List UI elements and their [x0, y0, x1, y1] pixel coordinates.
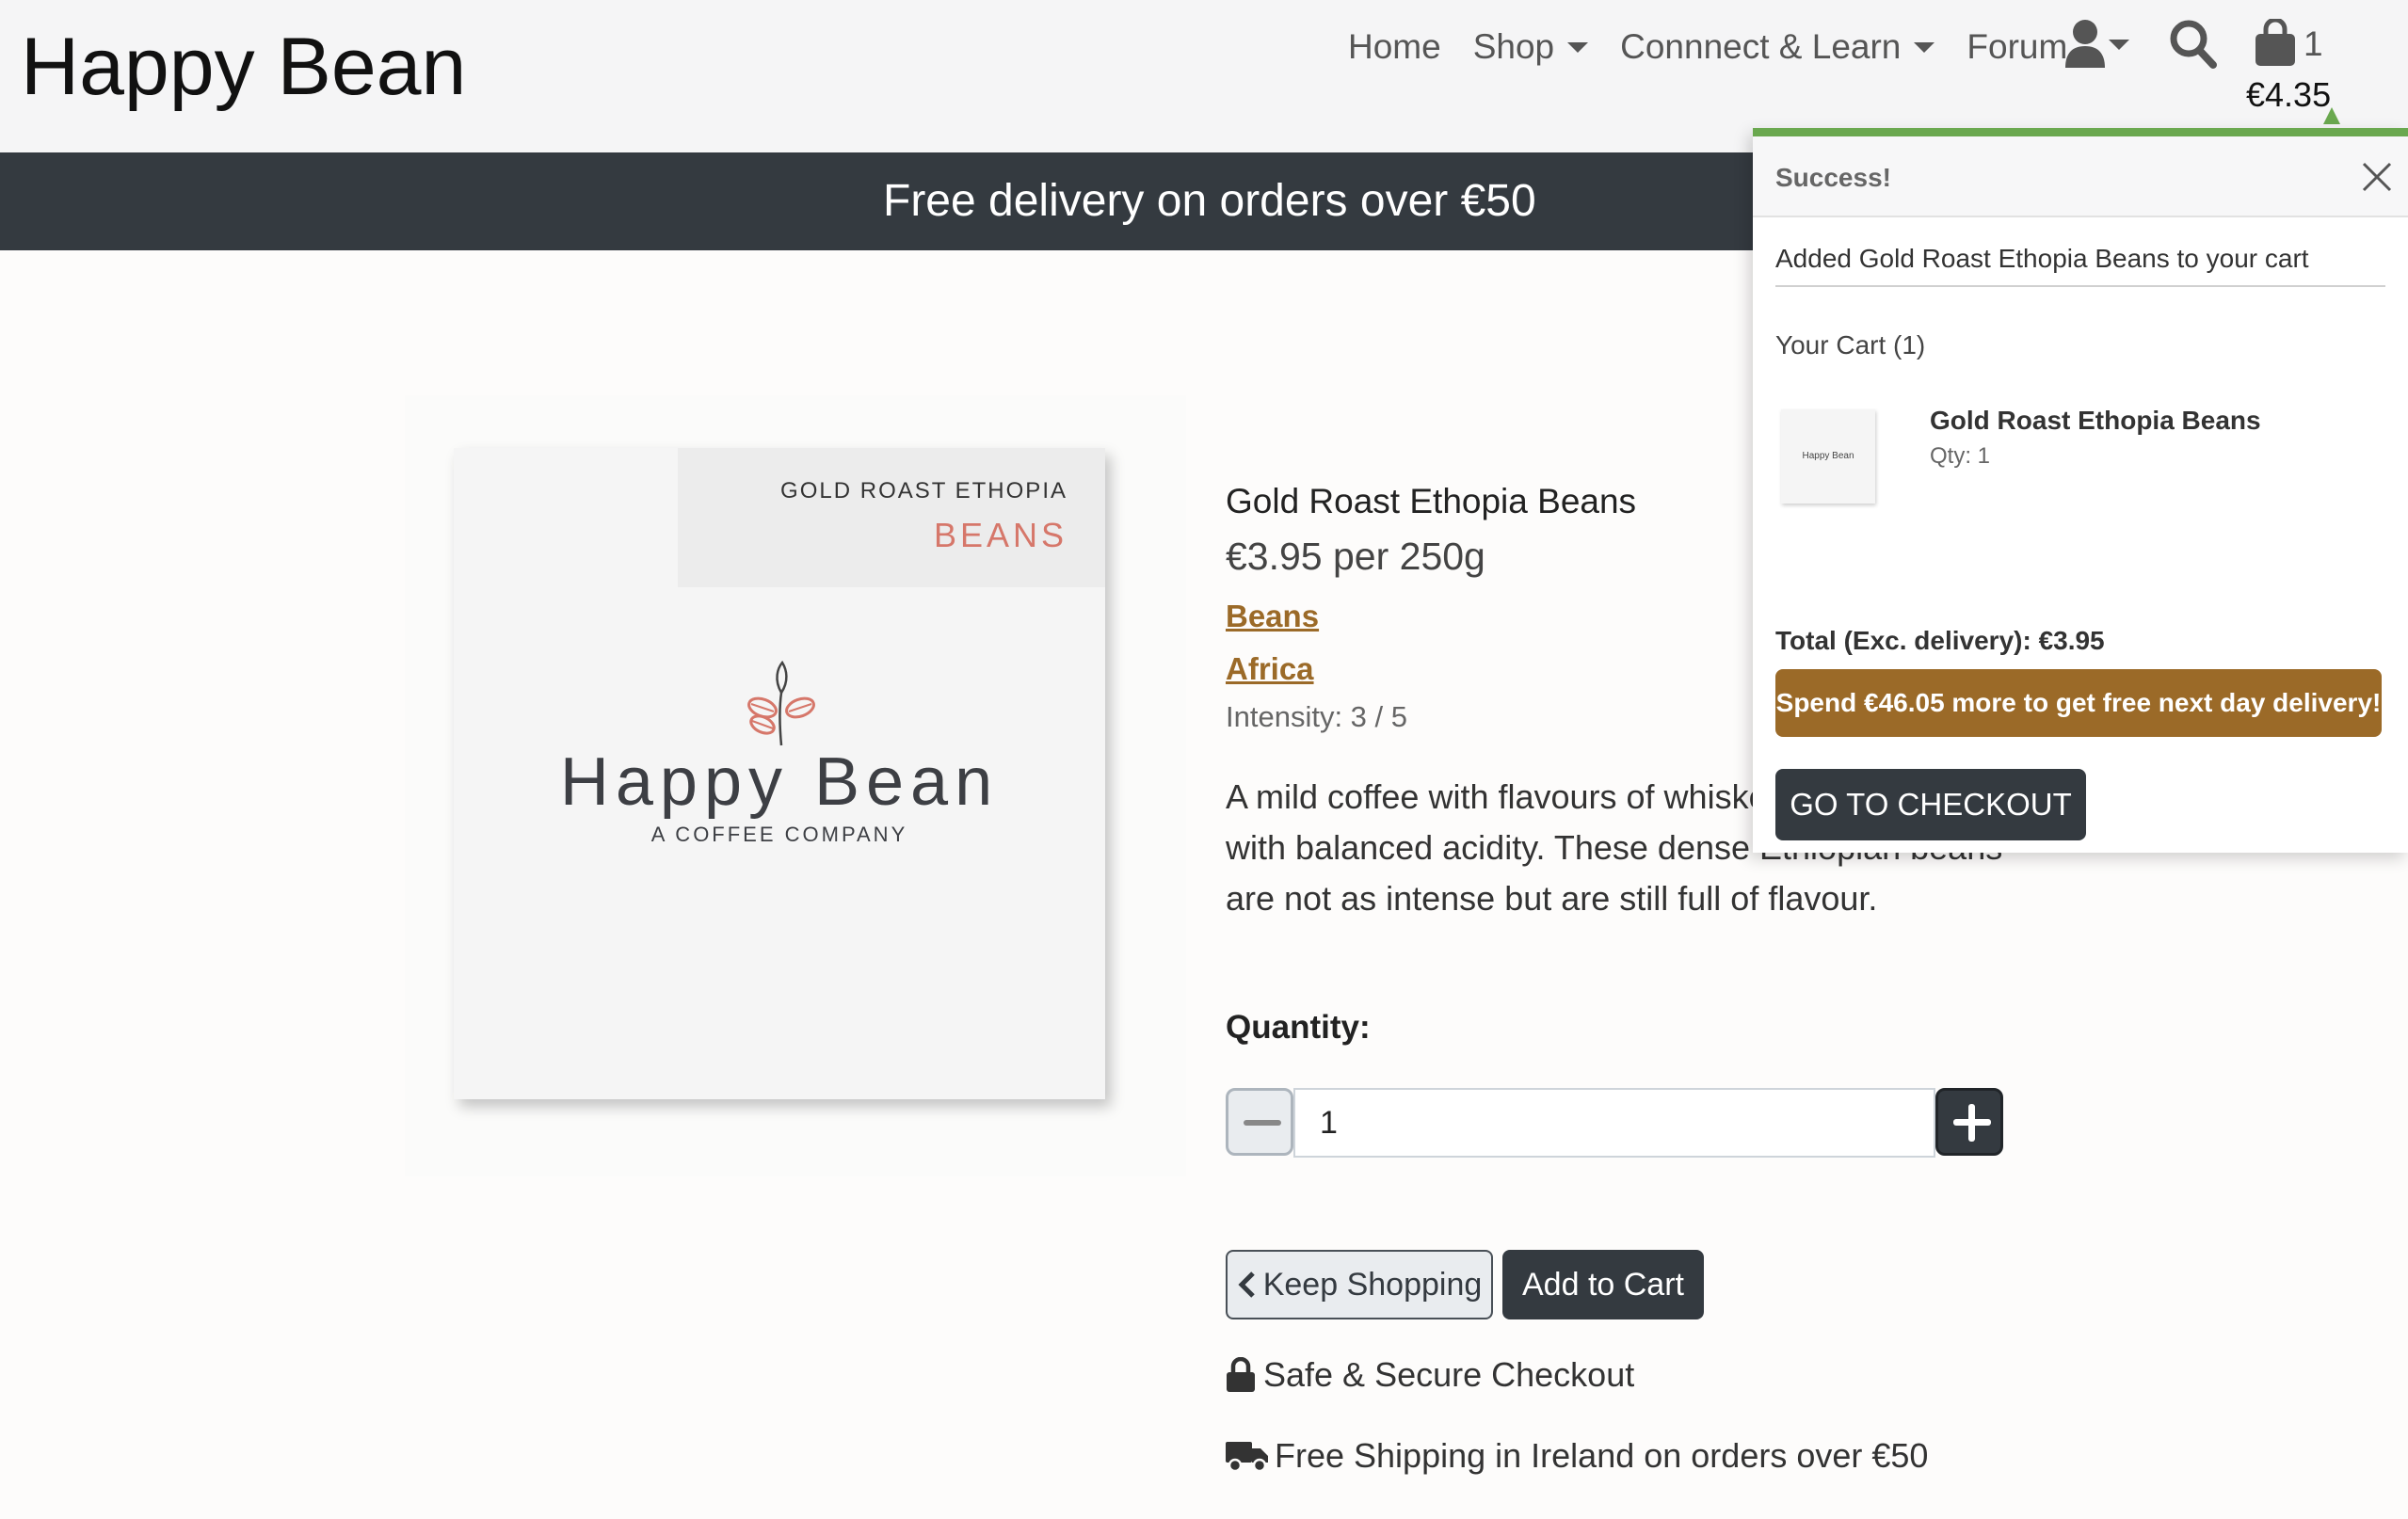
sprout-icon [747, 660, 815, 746]
product-name: Gold Roast Ethopia Beans [1226, 482, 1637, 520]
free-shipping-text: Free Shipping in Ireland on orders over … [1275, 1436, 1929, 1475]
toast-divider [1775, 285, 2385, 287]
category-link[interactable]: Beans [1226, 599, 1319, 634]
cart-button[interactable] [2254, 17, 2297, 68]
label-title: GOLD ROAST ETHOPIA [780, 478, 1068, 504]
product-company-text: A COFFEE COMPANY [650, 823, 908, 846]
chevron-left-icon [1238, 1271, 1255, 1298]
truck-icon [1226, 1442, 1268, 1472]
site-logo[interactable]: Happy Bean [21, 21, 466, 114]
secure-checkout-text: Safe & Secure Checkout [1263, 1355, 1635, 1394]
main-nav: Home Shop Connnect & Learn Forum [1348, 21, 2099, 73]
toast-pointer [2323, 107, 2340, 124]
search-icon [2170, 20, 2217, 69]
shopping-bag-icon [2255, 17, 2295, 66]
cart-success-toast: Success! Added Gold Roast Ethopia Beans … [1753, 128, 2408, 853]
free-delivery-promo: Spend €46.05 more to get free next day d… [1775, 669, 2382, 737]
cart-item-name: Gold Roast Ethopia Beans [1930, 406, 2261, 435]
chevron-down-icon [2109, 40, 2129, 50]
cart-total[interactable]: €4.35 [2246, 75, 2331, 115]
cart-item-qty: Qty: 1 [1930, 443, 1991, 469]
nav-forum[interactable]: Forum [1967, 27, 2067, 67]
free-shipping-note: Free Shipping in Ireland on orders over … [1226, 1436, 1928, 1476]
close-icon[interactable] [2361, 161, 2393, 193]
user-icon [2065, 20, 2105, 68]
product-price: €3.95 per 250g [1226, 535, 1485, 578]
cart-total-text: Total (Exc. delivery): €3.95 [1775, 626, 2105, 655]
add-to-cart-button[interactable]: Add to Cart [1502, 1250, 1704, 1319]
toast-message: Added Gold Roast Ethopia Beans to your c… [1775, 244, 2309, 273]
thumbnail-brand-text: Happy Bean [1802, 451, 1854, 461]
product-intensity: Intensity: 3 / 5 [1226, 700, 1407, 733]
toast-cart-heading: Your Cart (1) [1775, 330, 1926, 360]
keep-shopping-label: Keep Shopping [1262, 1266, 1483, 1303]
cart-item-thumbnail: Happy Bean [1781, 409, 1875, 504]
secure-checkout-note: Safe & Secure Checkout [1226, 1355, 1634, 1395]
search-button[interactable] [2169, 19, 2218, 70]
nav-home[interactable]: Home [1348, 27, 1441, 67]
account-menu-button[interactable] [2063, 19, 2135, 72]
toast-title: Success! [1775, 163, 1891, 192]
chevron-down-icon [1567, 41, 1589, 53]
banner-text: Free delivery on orders over €50 [883, 176, 1536, 226]
toast-header: Success! [1753, 136, 2408, 217]
lock-icon [1227, 1357, 1255, 1392]
keep-shopping-button[interactable]: Keep Shopping [1226, 1250, 1493, 1319]
product-label-tag: GOLD ROAST ETHOPIA BEANS [678, 448, 1105, 587]
region-link[interactable]: Africa [1226, 651, 1314, 687]
nav-shop-label: Shop [1472, 27, 1555, 66]
nav-shop[interactable]: Shop [1472, 27, 1589, 67]
quantity-label: Quantity: [1226, 1009, 1371, 1046]
nav-connect-label: Connnect & Learn [1620, 27, 1902, 66]
quantity-decrement-button[interactable] [1226, 1088, 1293, 1156]
product-brand-text: Happy Bean [559, 744, 1000, 820]
quantity-increment-button[interactable] [1935, 1088, 2003, 1156]
go-to-checkout-button[interactable]: GO TO CHECKOUT [1775, 769, 2086, 840]
cart-count[interactable]: 1 [2304, 24, 2323, 64]
nav-connect-learn[interactable]: Connnect & Learn [1620, 27, 1935, 67]
quantity-input[interactable] [1293, 1088, 1935, 1158]
chevron-down-icon [1914, 41, 1935, 53]
label-subtitle: BEANS [933, 516, 1068, 554]
